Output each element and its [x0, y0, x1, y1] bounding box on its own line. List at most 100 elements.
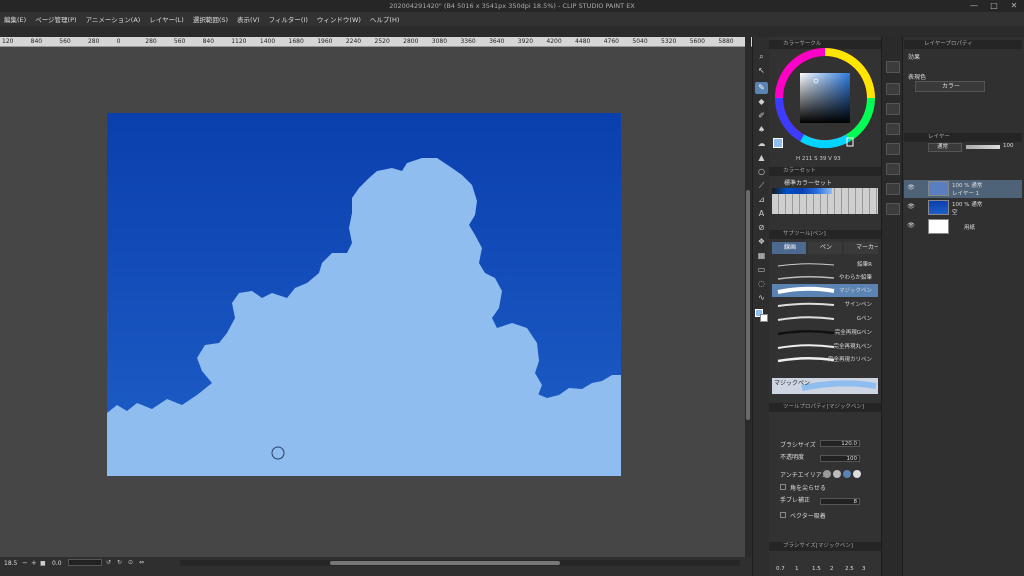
navigator-icon[interactable]: [886, 61, 900, 73]
fit-icon[interactable]: ■: [40, 560, 46, 567]
minimize-button[interactable]: —: [966, 0, 982, 12]
rotate-slider[interactable]: [68, 559, 102, 566]
menu-page[interactable]: ページ管理(P): [35, 14, 76, 24]
wheel-main-color[interactable]: [773, 138, 783, 148]
ruler-tick-label: 5880: [718, 38, 734, 45]
menu-view[interactable]: 表示(V): [237, 14, 260, 24]
layers-header[interactable]: レイヤー: [904, 133, 1022, 142]
tab-pen[interactable]: ペン: [808, 242, 842, 254]
tab-marker[interactable]: マーカー: [844, 242, 878, 254]
brush-item-selected[interactable]: マジックペン: [772, 284, 878, 297]
menu-filter[interactable]: フィルター(I): [269, 14, 308, 24]
menu-edit[interactable]: 編集(E): [4, 14, 26, 24]
brush-item[interactable]: 鉛筆R: [772, 258, 878, 271]
rotate-right-icon[interactable]: ↻: [117, 559, 122, 566]
correct-line-tool-icon[interactable]: ∿: [755, 292, 768, 304]
effect-label: 効果: [908, 54, 921, 61]
operation-tool-icon[interactable]: ↖: [755, 65, 768, 77]
brush-item[interactable]: 完全再現丸ペン: [772, 340, 878, 353]
ruler-tick-label: 280: [87, 38, 100, 45]
layer-row[interactable]: 👁 用紙: [904, 218, 1022, 236]
layer-opacity-slider[interactable]: [966, 145, 1000, 149]
menu-window[interactable]: ウィンドウ(W): [317, 14, 361, 24]
visibility-eye-icon[interactable]: 👁: [907, 184, 915, 192]
frame-tool-icon[interactable]: ▭: [755, 264, 768, 276]
text-tool-icon[interactable]: A: [755, 208, 768, 220]
menu-help[interactable]: ヘルプ(H): [370, 14, 399, 24]
horizontal-scroll-thumb[interactable]: [330, 561, 560, 565]
color-set-name[interactable]: 標準カラーセット: [784, 178, 832, 187]
reset-rotate-icon[interactable]: ⊙: [128, 559, 133, 566]
eyedropper-tool-icon[interactable]: ⊘: [755, 222, 768, 234]
close-button[interactable]: ✕: [1006, 0, 1022, 12]
eraser-tool-icon[interactable]: ◆: [755, 96, 768, 108]
brush-item[interactable]: やわらか鉛筆: [772, 271, 878, 284]
tool-property-header[interactable]: ツールプロパティ[マジックペン]: [769, 403, 881, 412]
stabilizer-label: 手ブレ補正: [780, 497, 811, 504]
blend-tool-icon[interactable]: ☁: [755, 138, 768, 150]
vector-checkbox[interactable]: [780, 512, 786, 518]
expression-select[interactable]: カラー: [915, 81, 985, 92]
brush-size-preset[interactable]: 1.5: [812, 566, 821, 572]
antialias-options[interactable]: [823, 470, 867, 478]
material-3-icon[interactable]: [886, 183, 900, 195]
color-wheel[interactable]: [774, 48, 881, 158]
pencil-tool-icon[interactable]: ✐: [755, 110, 768, 122]
sub-color-swatch[interactable]: [760, 314, 768, 322]
vertical-scroll-thumb[interactable]: [746, 190, 750, 420]
layer-opacity-value[interactable]: 100: [1003, 143, 1014, 149]
pen-tool-icon[interactable]: ✎: [755, 82, 768, 94]
brush-size-field[interactable]: 120.0: [820, 440, 860, 447]
artwork-canvas[interactable]: [107, 113, 621, 476]
layer-row[interactable]: 👁 100 % 通常 空: [904, 199, 1022, 217]
decoration-tool-icon[interactable]: ❖: [755, 236, 768, 248]
brush-item[interactable]: Gペン: [772, 312, 878, 325]
brush-size-preset[interactable]: 3: [862, 566, 866, 572]
opacity-field[interactable]: 100: [820, 455, 860, 462]
layer-property-header[interactable]: レイヤープロパティ: [904, 40, 1022, 49]
brush-size-preset[interactable]: 0.7: [776, 566, 785, 572]
zoom-out-icon[interactable]: −: [22, 559, 28, 567]
brush-size-preset[interactable]: 1: [795, 566, 799, 572]
flip-icon[interactable]: ⇔: [139, 559, 144, 566]
brush-size-preset[interactable]: 2: [830, 566, 834, 572]
lasso-tool-icon[interactable]: ○: [755, 166, 768, 178]
color-set-used-row[interactable]: [772, 188, 832, 194]
blend-mode-select[interactable]: 通常: [928, 143, 962, 152]
stabilizer-field[interactable]: 8: [820, 498, 860, 505]
zoom-in-icon[interactable]: +: [31, 559, 37, 567]
figure-tool-icon[interactable]: ⊿: [755, 194, 768, 206]
material-icon[interactable]: [886, 143, 900, 155]
zoom-value[interactable]: 18.5: [4, 560, 17, 567]
sub-view-icon[interactable]: [886, 83, 900, 95]
rotate-value[interactable]: 0.0: [52, 560, 62, 567]
balloon-tool-icon[interactable]: ◌: [755, 278, 768, 290]
visibility-eye-icon[interactable]: 👁: [907, 222, 915, 230]
layer-row-selected[interactable]: 👁 100 % 通常 レイヤー 1: [904, 180, 1022, 198]
visibility-eye-icon[interactable]: 👁: [907, 203, 915, 211]
brush-item[interactable]: 完全再現Gペン: [772, 326, 878, 339]
ruler-tick-label: 3920: [517, 38, 534, 45]
line-tool-icon[interactable]: ⟋: [755, 180, 768, 192]
corner-checkbox[interactable]: [780, 484, 786, 490]
material-2-icon[interactable]: [886, 163, 900, 175]
gradient-tool-icon[interactable]: ▦: [755, 250, 768, 262]
brush-item[interactable]: サインペン: [772, 298, 878, 311]
brush-size-preset[interactable]: 2.5: [845, 566, 854, 572]
brush-item[interactable]: 完全再現カリペン: [772, 353, 878, 366]
zoom-tool-icon[interactable]: ⌕: [755, 51, 768, 63]
sub-tool-header[interactable]: サブツール[ペン]: [769, 230, 881, 239]
brush-tool-icon[interactable]: ♠: [755, 124, 768, 136]
menu-layer[interactable]: レイヤー(L): [149, 14, 184, 24]
rotate-left-icon[interactable]: ↺: [106, 559, 111, 566]
history-icon[interactable]: [886, 123, 900, 135]
menu-animation[interactable]: アニメーション(A): [86, 14, 141, 24]
info-icon[interactable]: [886, 103, 900, 115]
menu-selection[interactable]: 選択範囲(S): [193, 14, 228, 24]
tab-line-art[interactable]: 線画: [772, 242, 806, 254]
maximize-button[interactable]: □: [986, 0, 1002, 12]
fill-tool-icon[interactable]: ▲: [755, 152, 768, 164]
brush-size-header[interactable]: ブラシサイズ[マジックペン]: [769, 542, 881, 551]
material-4-icon[interactable]: [886, 203, 900, 215]
color-set-header[interactable]: カラーセット: [769, 167, 881, 176]
